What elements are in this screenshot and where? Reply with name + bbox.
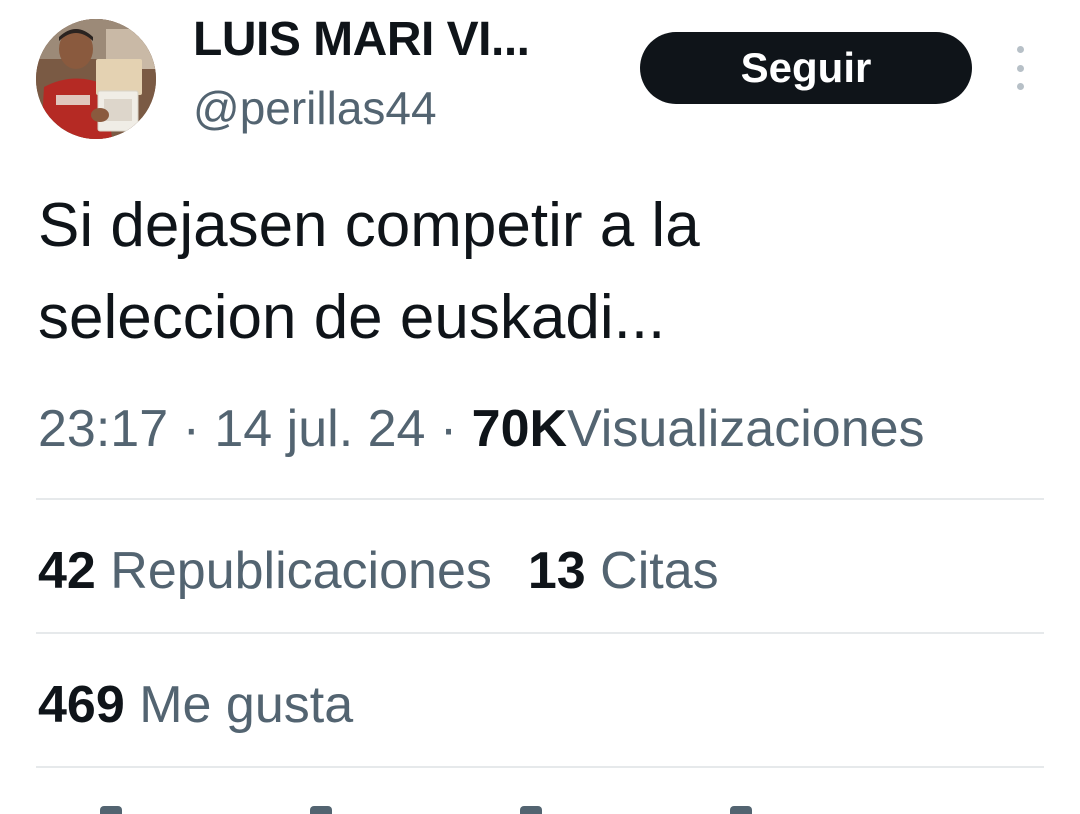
user-handle[interactable]: @perillas44 — [193, 78, 437, 138]
action-bar-partial — [100, 800, 800, 814]
divider — [36, 632, 1044, 634]
views-count: 70K — [471, 400, 568, 458]
likes-stats: 469 Me gusta — [38, 670, 353, 740]
cropped-icon — [520, 806, 542, 814]
likes-count: 469 — [38, 676, 125, 734]
more-dot — [1016, 46, 1024, 53]
meta-separator: · — [439, 400, 458, 458]
avatar-photo — [36, 19, 156, 139]
tweet-date[interactable]: 14 jul. 24 — [214, 400, 425, 458]
more-vertical-icon[interactable] — [1010, 46, 1030, 90]
cropped-icon — [310, 806, 332, 814]
display-name[interactable]: LUIS MARI VI... — [193, 10, 530, 70]
tweet-text: Si dejasen competir a la seleccion de eu… — [38, 191, 700, 352]
cropped-icon — [730, 806, 752, 814]
views-label: Visualizaciones — [567, 400, 925, 458]
tweet-metadata: 23:17 · 14 jul. 24 · 70KVisualizaciones — [38, 394, 925, 464]
divider — [36, 498, 1044, 500]
quotes-count: 13 — [527, 542, 586, 600]
more-dot — [1016, 64, 1024, 72]
meta-separator: · — [182, 400, 200, 458]
divider — [36, 766, 1044, 768]
engagement-stats: 42 Republicaciones 13 Citas — [38, 536, 719, 606]
more-dot — [1016, 83, 1024, 90]
cropped-icon — [100, 806, 122, 814]
reposts-label: Republicaciones — [110, 542, 492, 600]
likes-stat[interactable]: 469 Me gusta — [38, 676, 353, 734]
tweet-time[interactable]: 23:17 — [38, 400, 168, 458]
quotes-stat[interactable]: 13 Citas — [528, 542, 719, 600]
follow-button[interactable]: Seguir — [640, 32, 972, 104]
tweet-detail: LUIS MARI VI... @perillas44 Seguir Si de… — [0, 0, 1080, 814]
reposts-stat[interactable]: 42 Republicaciones — [38, 542, 492, 600]
likes-label: Me gusta — [139, 676, 354, 734]
quotes-label: Citas — [600, 542, 719, 600]
reposts-count: 42 — [38, 542, 96, 600]
avatar[interactable] — [36, 19, 156, 139]
